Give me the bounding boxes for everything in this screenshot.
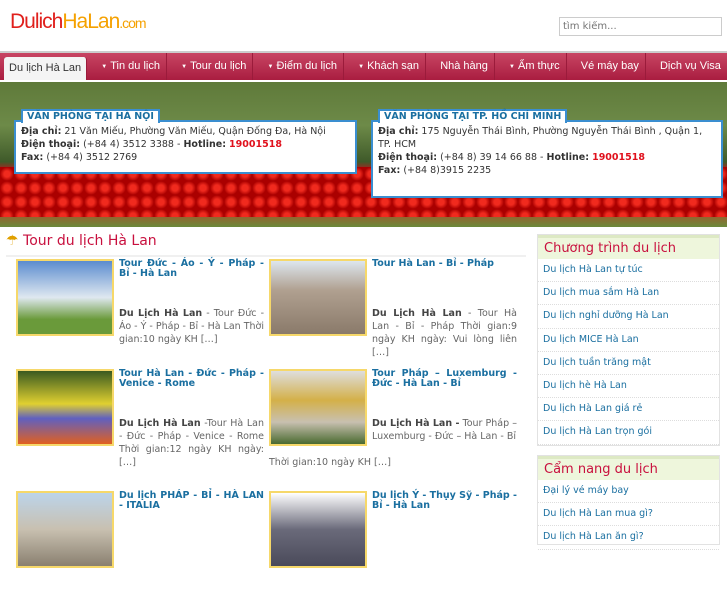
- chevron-down-icon: ▼: [509, 64, 515, 70]
- phone: (+84 4) 3512 3388 -: [83, 139, 181, 150]
- tour-item: Tour Pháp – Luxemburg - Đức - Hà Lan - B…: [269, 369, 519, 479]
- nav-item[interactable]: ▼ Khách sạn: [352, 53, 427, 80]
- banner: VĂN PHÒNG TẠI HÀ NỘI Địa chỉ: 21 Văn Miế…: [0, 82, 727, 227]
- nav-label: Khách sạn: [367, 60, 420, 72]
- sidebar-link[interactable]: Du lịch Hà Lan ăn gì?: [538, 526, 719, 550]
- nav-label: Vé máy bay: [580, 60, 639, 72]
- nav-item[interactable]: Du lịch Hà Lan: [4, 57, 88, 80]
- nav-label: Tin du lịch: [110, 60, 160, 72]
- nav-item[interactable]: Vé máy bay: [575, 53, 646, 80]
- desc-lead: Du Lịch Hà Lan -: [372, 418, 460, 429]
- tour-thumbnail[interactable]: [269, 491, 367, 568]
- nav-label: Nhà hàng: [440, 60, 488, 72]
- logo-text: Dulich: [10, 10, 63, 33]
- tour-title-link[interactable]: Tour Pháp – Luxemburg - Đức - Hà Lan - B…: [372, 369, 517, 389]
- logo-text: HaLan: [62, 10, 120, 33]
- umbrella-icon: ☂: [6, 233, 19, 249]
- guide-box: Cẩm nang du lịch Đại lý vé máy bay Du lịch…: [537, 455, 720, 550]
- tour-title-link[interactable]: Du lịch PHÁP - BỈ - HÀ LAN - ITALIA: [119, 491, 264, 511]
- tour-item: Tour Hà Lan - Đức - Pháp - Venice - Rome…: [16, 369, 266, 479]
- label: Hotline:: [183, 139, 227, 150]
- address: 21 Văn Miếu, Phường Văn Miếu, Quận Đống …: [64, 126, 326, 137]
- main-nav: Du lịch Hà Lan ▼ Tin du lịch ▼ Tour du lịch ▼…: [0, 51, 727, 80]
- tour-title-link[interactable]: Du lịch Ý - Thụy Sỹ - Pháp - Bỉ - Hà Lan: [372, 491, 517, 511]
- tour-item: Tour Hà Lan - Bỉ - Pháp Du Lịch Hà Lan - …: [269, 259, 519, 369]
- chevron-down-icon: ▼: [181, 64, 188, 70]
- tour-thumbnail[interactable]: [269, 369, 367, 446]
- nav-item[interactable]: ▼ Tin du lịch: [95, 53, 167, 80]
- nav-item[interactable]: ▼ Tour du lịch: [175, 53, 254, 80]
- sidebar-link[interactable]: Du lịch MICE Hà Lan: [538, 329, 719, 352]
- fax: (+84 4) 3512 2769: [46, 152, 138, 163]
- chevron-down-icon: ▼: [267, 64, 274, 70]
- chevron-down-icon: ▼: [358, 64, 365, 70]
- nav-label: Ẩm thực: [518, 60, 560, 72]
- programs-box: Chương trình du lịch Du lịch Hà Lan tự tú…: [537, 234, 720, 446]
- hotline[interactable]: 19001518: [229, 139, 282, 150]
- address: 175 Nguyễn Thái Bình, Phường Nguyễn Thái…: [378, 126, 703, 150]
- desc-lead: Du Lịch Hà Lan: [372, 308, 462, 319]
- tour-thumbnail[interactable]: [16, 369, 114, 446]
- tour-item: Du lịch Ý - Thụy Sỹ - Pháp - Bỉ - Hà Lan: [269, 491, 519, 601]
- tour-thumbnail[interactable]: [269, 259, 367, 336]
- sidebar-link[interactable]: Đại lý vé máy bay: [538, 480, 719, 504]
- nav-item[interactable]: Nhà hàng: [434, 53, 495, 80]
- label: Địa chỉ:: [21, 126, 62, 137]
- label: Điện thoại:: [21, 139, 81, 150]
- fax: (+84 8)3915 2235: [403, 165, 492, 176]
- tour-thumbnail[interactable]: [16, 259, 114, 336]
- nav-item[interactable]: ▼ Điểm du lịch: [261, 53, 344, 80]
- office-title: VĂN PHÒNG TẠI TP. HỒ CHÍ MINH: [378, 109, 568, 123]
- tour-description: Du Lịch Hà Lan - Tour Hà Lan - Bỉ - Pháp…: [372, 307, 517, 359]
- tour-title-link[interactable]: Tour Hà Lan - Đức - Pháp - Venice - Rome: [119, 369, 264, 389]
- desc-text: Thời gian:10 ngày KH […]: [269, 457, 391, 468]
- tour-description: Du Lịch Hà Lan -Tour Hà Lan - Đức - Pháp…: [119, 417, 264, 469]
- sidebar-link[interactable]: Du lịch Hà Lan trọn gói: [538, 421, 719, 445]
- nav-label: Điểm du lịch: [276, 60, 337, 72]
- hotline[interactable]: 19001518: [592, 152, 645, 163]
- sidebar-link[interactable]: Du lịch mua sắm Hà Lan: [538, 282, 719, 306]
- tour-item: Tour Đức - Áo - Ý - Pháp - Bỉ - Hà Lan Du…: [16, 259, 266, 369]
- nav-label: Du lịch Hà Lan: [9, 62, 82, 74]
- site-logo[interactable]: DulichHaLan.com: [10, 10, 147, 34]
- sidebar-link[interactable]: Du lịch Hà Lan tự túc: [538, 259, 719, 283]
- label: Hotline:: [546, 152, 590, 163]
- nav-item[interactable]: ▼ Ẩm thực: [503, 53, 567, 80]
- search-input[interactable]: [559, 17, 722, 36]
- tour-thumbnail[interactable]: [16, 491, 114, 568]
- section-title: ☂ Tour du lịch Hà Lan: [6, 233, 157, 249]
- label: Địa chỉ:: [378, 126, 419, 137]
- section-title-text: Tour du lịch Hà Lan: [23, 233, 157, 249]
- divider: [6, 255, 526, 257]
- tour-item: Du lịch PHÁP - BỈ - HÀ LAN - ITALIA: [16, 491, 266, 601]
- nav-label: Tour du lịch: [190, 60, 247, 72]
- tour-title-link[interactable]: Tour Hà Lan - Bỉ - Pháp: [372, 259, 517, 269]
- desc-lead: Du Lịch Hà Lan: [119, 418, 201, 429]
- nav-label: Dịch vụ Visa: [659, 60, 721, 72]
- label: Điện thoại:: [378, 152, 438, 163]
- sidebar-link[interactable]: Du lịch Hà Lan giá rẻ: [538, 398, 719, 422]
- box-title: Cẩm nang du lịch: [538, 456, 719, 480]
- office-info: VĂN PHÒNG TẠI TP. HỒ CHÍ MINH Địa chỉ: 1…: [371, 109, 723, 198]
- sidebar-link[interactable]: Du lịch hè Hà Lan: [538, 375, 719, 399]
- office-title: VĂN PHÒNG TẠI HÀ NỘI: [21, 109, 160, 123]
- box-title: Chương trình du lịch: [538, 235, 719, 259]
- nav-item[interactable]: Dịch vụ Visa: [654, 53, 727, 80]
- label: Fax:: [378, 165, 401, 176]
- sidebar-link[interactable]: Du lịch Hà Lan mua gì?: [538, 503, 719, 527]
- tour-description: Du Lịch Hà Lan - Tour Pháp – Luxemburg -…: [372, 417, 517, 443]
- sidebar-link[interactable]: Du lịch tuần trăng mật: [538, 352, 719, 375]
- logo-text: .com: [119, 15, 146, 31]
- desc-lead: Du Lịch Hà Lan: [119, 308, 203, 319]
- tour-description: Du Lịch Hà Lan - Tour Đức - Áo - Ý - Phá…: [119, 307, 264, 346]
- office-info: VĂN PHÒNG TẠI HÀ NỘI Địa chỉ: 21 Văn Miế…: [14, 109, 357, 174]
- tour-title-link[interactable]: Tour Đức - Áo - Ý - Pháp - Bỉ - Hà Lan: [119, 259, 264, 279]
- sidebar-link[interactable]: Du lịch nghỉ dưỡng Hà Lan: [538, 305, 719, 329]
- phone: (+84 8) 39 14 66 88 -: [440, 152, 544, 163]
- chevron-down-icon: ▼: [101, 64, 108, 70]
- label: Fax:: [21, 152, 44, 163]
